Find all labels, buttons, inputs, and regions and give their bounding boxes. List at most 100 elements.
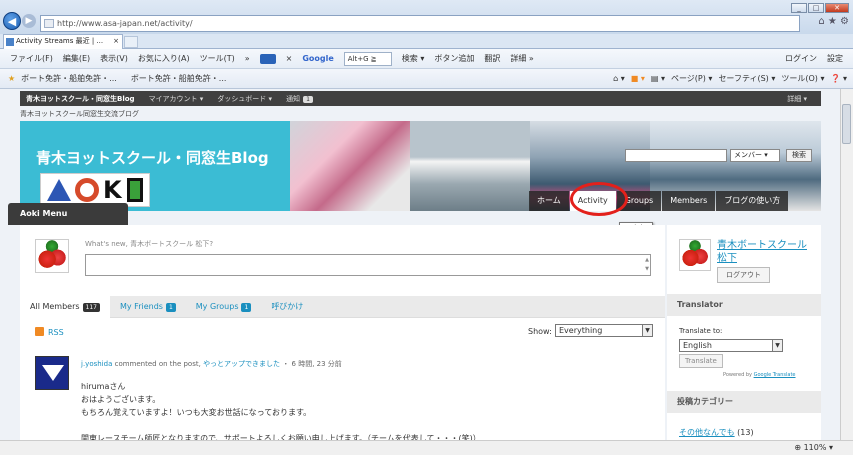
command-rss-icon[interactable]: ■ ▾ [631, 74, 645, 83]
logout-button[interactable]: ログアウト [717, 267, 770, 283]
chevron-down-icon: ▼ [772, 340, 782, 351]
logo-triangle [47, 179, 71, 201]
activity-body: hirumaさん おはようございます。 もちろん覚えていますよ！いつも大変お世話… [81, 380, 481, 440]
menu-tools[interactable]: ツール(T) [200, 53, 235, 64]
header-photo-crew [290, 121, 410, 211]
category-link[interactable]: その他なんでも [679, 428, 735, 437]
nav-how-to-use[interactable]: ブログの使い方 [716, 191, 789, 211]
site-title[interactable]: 青木ヨットスクール・同窓生Blog [36, 147, 269, 168]
google-search-button[interactable]: 検索 ▾ [402, 53, 425, 64]
translator-heading: Translator [667, 294, 821, 316]
favorites-star-icon[interactable]: ★ [828, 16, 837, 27]
address-bar[interactable]: http://www.asa-japan.net/activity/ [40, 15, 800, 32]
nav-members[interactable]: Members [662, 191, 716, 211]
browser-tab[interactable]: Activity Streams 最近 | ... × [3, 34, 123, 49]
browser-side-icons: ⌂ ★ ⚙ [818, 16, 849, 27]
settings-button[interactable]: 設定 [827, 53, 843, 64]
activity-line [81, 419, 481, 432]
translate-button[interactable]: 翻訳 [484, 53, 500, 64]
back-button[interactable]: ◀ [3, 12, 21, 30]
forward-button[interactable]: ▶ [22, 14, 36, 28]
sidebar-user-name[interactable]: 青木ボートスクール 松下 [717, 239, 817, 265]
search-scope-select[interactable]: メンバー ▾ [730, 149, 780, 162]
admin-bar: 青木ヨットスクール・同窓生Blog マイアカウント ▾ ダッシュボード ▾ 通知… [20, 91, 821, 106]
command-tools-menu[interactable]: ツール(O) ▾ [781, 73, 824, 84]
command-safety-menu[interactable]: セーフティ(S) ▾ [718, 73, 775, 84]
favorite-link-1[interactable]: ボート免許・船舶免許・... [21, 73, 117, 84]
google-search-input[interactable]: Alt+G ≧ [343, 51, 392, 66]
gear-icon[interactable]: ⚙ [840, 16, 849, 27]
command-page-menu[interactable]: ページ(P) ▾ [671, 73, 712, 84]
rss-icon [35, 327, 44, 336]
close-window-button[interactable]: ✕ [825, 3, 849, 13]
admin-account-menu[interactable]: マイアカウント ▾ [149, 94, 204, 104]
site-header: 青木ヨットスクール・同窓生Blog K メンバー ▾ 検索 ホーム Activi… [20, 121, 821, 211]
menu-view[interactable]: 表示(V) [100, 53, 128, 64]
aoki-logo[interactable]: K [40, 173, 150, 207]
tab-my-friends[interactable]: My Friends 1 [110, 296, 186, 318]
current-user-avatar[interactable] [35, 239, 69, 273]
new-tab-button[interactable] [124, 36, 138, 48]
category-count: (13) [737, 428, 754, 437]
favorites-bar: ★ ボート免許・船舶免許・... ボート免許・船舶免許・... ⌂ ▾ ■ ▾ … [0, 69, 853, 89]
tab-my-groups[interactable]: My Groups 1 [186, 296, 262, 318]
avatar-triangle-image [42, 365, 64, 381]
favorite-link-2[interactable]: ボート免許・船舶免許・... [131, 73, 227, 84]
admin-notifications-menu[interactable]: 通知 1 [286, 94, 313, 104]
activity-user-avatar[interactable] [35, 356, 69, 390]
minimize-button[interactable]: _ [791, 3, 807, 13]
menu-file[interactable]: ファイル(F) [10, 53, 53, 64]
tab-label: My Groups [195, 301, 239, 311]
nav-home[interactable]: ホーム [529, 191, 569, 211]
command-help-menu[interactable]: ❓ ▾ [830, 74, 847, 83]
activity-post-link[interactable]: やっとアップできました [203, 360, 280, 368]
toolbar-icon-blue[interactable] [259, 53, 276, 64]
admin-site-link[interactable]: 青木ヨットスクール・同窓生Blog [26, 94, 135, 104]
home-icon[interactable]: ⌂ [818, 16, 824, 27]
add-button-button[interactable]: ボタン追加 [434, 53, 474, 64]
google-translate-link[interactable]: Google Translate [754, 372, 796, 378]
whats-new-textarea[interactable]: ▲ ▼ [85, 254, 651, 276]
tab-all-members[interactable]: All Members 117 [20, 295, 110, 318]
tab-mentions[interactable]: 呼びかけ [261, 296, 313, 318]
sidebar-user-avatar[interactable] [679, 239, 711, 271]
activity-meta: j.yoshida commented on the post, やっとアップで… [81, 359, 342, 369]
notifications-label: 通知 [286, 94, 301, 103]
rss-link[interactable]: RSS [35, 327, 64, 337]
menu-bar: ファイル(F) 編集(E) 表示(V) お気に入り(A) ツール(T) » × … [0, 49, 853, 69]
admin-details-menu[interactable]: 詳細 ▾ [787, 94, 807, 104]
details-button[interactable]: 詳細 » [510, 53, 533, 64]
site-search-input[interactable] [625, 149, 727, 162]
menu-more[interactable]: » [245, 54, 250, 63]
aoki-menu-button[interactable]: Aoki Menu [8, 203, 128, 225]
language-select[interactable]: English ▼ [679, 339, 783, 352]
zoom-level[interactable]: ⊕ 110% ▾ [794, 443, 833, 452]
tab-count-badge: 1 [241, 302, 252, 312]
toolbar-close[interactable]: × [286, 54, 293, 63]
scrollbar-thumb[interactable] [842, 104, 851, 144]
translate-button[interactable]: Translate [679, 354, 723, 368]
maximize-button[interactable]: □ [808, 3, 824, 13]
admin-dashboard-menu[interactable]: ダッシュボード ▾ [217, 94, 272, 104]
powered-by: Powered by Google Translate [723, 372, 796, 378]
site-tagline: 青木ヨットスクール同窓生交流ブログ [20, 110, 139, 118]
command-print-icon[interactable]: ▤ ▾ [651, 74, 665, 83]
show-filter-select[interactable]: Everything ▼ [555, 324, 653, 337]
activity-user-link[interactable]: j.yoshida [81, 360, 112, 368]
activity-line: もちろん覚えていますよ！いつも大変お世話になっております。 [81, 408, 312, 417]
categories-heading: 投稿カテゴリー [667, 391, 821, 413]
login-link[interactable]: ログイン [785, 53, 817, 64]
menu-favorites[interactable]: お気に入り(A) [138, 53, 190, 64]
page-icon [44, 19, 54, 28]
activity-line: 関東レースチーム師匠となりますので、サポートよろしくお願い申し上げます。（チーム… [81, 434, 481, 440]
activity-time[interactable]: 6 時間, 23 分前 [292, 360, 342, 368]
strawberry-avatar-image [36, 240, 68, 272]
show-filter-label: Show: [528, 327, 552, 336]
command-home-icon[interactable]: ⌂ ▾ [613, 74, 625, 83]
favorites-star-icon[interactable]: ★ [8, 74, 15, 83]
menu-edit[interactable]: 編集(E) [63, 53, 90, 64]
language-value: English [683, 341, 712, 350]
tab-label: 呼びかけ [271, 301, 304, 311]
site-search-button[interactable]: 検索 [786, 149, 812, 162]
tab-close-icon[interactable]: × [113, 35, 119, 48]
